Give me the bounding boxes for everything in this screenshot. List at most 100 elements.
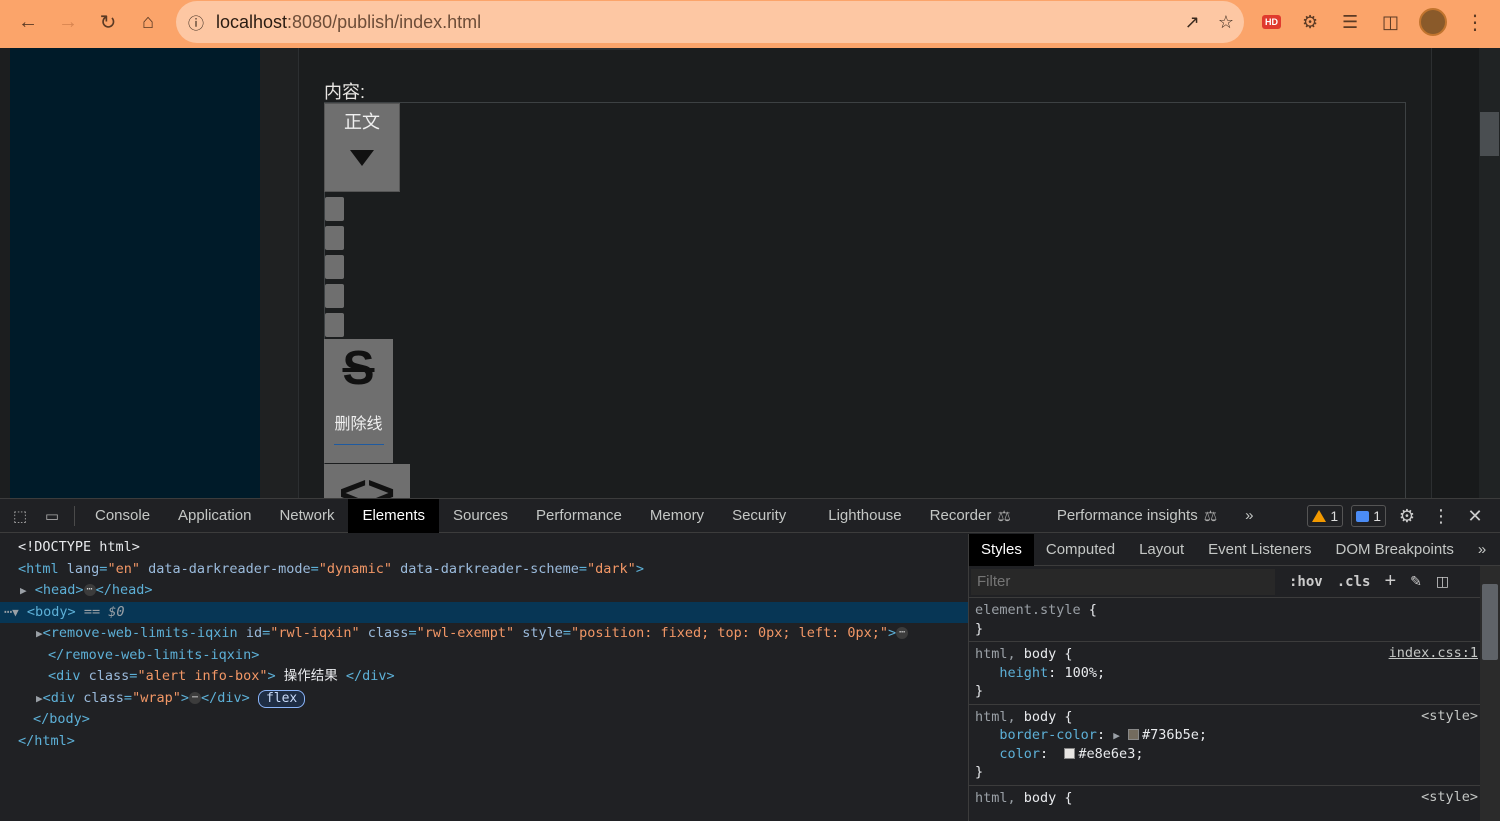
tab-performance-insights[interactable]: Performance insights ⚖ xyxy=(1043,499,1231,533)
reading-list-icon[interactable]: ☰ xyxy=(1342,0,1358,44)
reload-icon[interactable]: ↻ xyxy=(88,2,128,42)
browser-menu-icon[interactable]: ⋮ xyxy=(1465,0,1485,44)
tab-lighthouse[interactable]: Lighthouse xyxy=(814,499,915,533)
toolbar-button[interactable] xyxy=(325,255,344,279)
dom-node-remove-web-limits[interactable]: ▶<remove-web-limits-iqxin id="rwl-iqxin"… xyxy=(0,623,968,645)
page-viewport: 内容: 正文 S 删除线 <> xyxy=(0,48,1500,498)
node-actions-icon[interactable]: ⋯ xyxy=(4,604,12,620)
tab-layout[interactable]: Layout xyxy=(1127,534,1196,566)
style-rule[interactable]: <style> html, body { xyxy=(969,786,1500,811)
inspect-element-icon[interactable]: ⬚ xyxy=(4,499,36,533)
message-icon xyxy=(1356,510,1370,522)
style-rules: element.style { } index.css:1 html, body… xyxy=(969,598,1500,810)
tab-computed[interactable]: Computed xyxy=(1034,534,1127,566)
toolbar-button[interactable] xyxy=(325,284,344,308)
dom-node-head[interactable]: ▶ <head> ⋯ </head> xyxy=(0,580,968,602)
code-icon: <> xyxy=(338,467,396,498)
tab-event-listeners[interactable]: Event Listeners xyxy=(1196,534,1323,566)
rule-source: <style> xyxy=(1421,788,1478,805)
expand-arrow-icon[interactable]: ▶ xyxy=(36,627,43,640)
ellipsis-icon[interactable]: ⋯ xyxy=(188,691,202,704)
tab-elements[interactable]: Elements xyxy=(348,498,439,533)
forward-arrow-icon[interactable]: → xyxy=(48,2,88,42)
tab-dom-breakpoints[interactable]: DOM Breakpoints xyxy=(1324,534,1466,566)
warning-icon xyxy=(1312,510,1327,522)
tab-network[interactable]: Network xyxy=(265,499,348,533)
toggle-sidebar-icon[interactable]: ◫ xyxy=(1436,573,1449,590)
rule-source-link[interactable]: index.css:1 xyxy=(1389,645,1478,661)
customize-menu-icon[interactable]: ⋮ xyxy=(1428,506,1454,527)
tab-memory[interactable]: Memory xyxy=(636,499,718,533)
expand-arrow-icon[interactable]: ▶ xyxy=(36,692,43,705)
tab-recorder[interactable]: Recorder ⚖ xyxy=(916,499,1025,533)
strikethrough-icon: S xyxy=(342,342,375,395)
editor-area[interactable] xyxy=(324,102,1406,498)
styles-scrollbar-thumb[interactable] xyxy=(1482,584,1498,660)
color-swatch[interactable] xyxy=(1127,729,1139,740)
toolbar-button[interactable] xyxy=(325,197,344,221)
ellipsis-icon[interactable]: ⋯ xyxy=(896,627,909,639)
hd-extension-icon[interactable]: HD xyxy=(1262,0,1281,44)
code-button[interactable]: <> xyxy=(324,464,410,498)
close-devtools-icon[interactable]: ✕ xyxy=(1462,506,1488,527)
dropdown-triangle-icon xyxy=(350,150,374,166)
back-arrow-icon[interactable]: ← xyxy=(8,2,48,42)
side-panel-icon[interactable]: ◫ xyxy=(1382,0,1399,44)
collapse-arrow-icon[interactable]: ▼ xyxy=(12,606,19,619)
toolbar-button[interactable] xyxy=(325,226,344,250)
tab-performance[interactable]: Performance xyxy=(522,499,636,533)
address-bar[interactable]: ⓘ localhost:8080/publish/index.html ↗ ☆ xyxy=(176,1,1244,43)
color-swatch[interactable] xyxy=(1064,747,1076,759)
more-tabs-icon[interactable]: » xyxy=(1466,534,1498,566)
home-icon[interactable]: ⌂ xyxy=(128,2,168,42)
tab-application[interactable]: Application xyxy=(164,499,265,533)
style-rule[interactable]: <style> html, body { border-color: ▶ #73… xyxy=(969,705,1500,786)
dom-node-body[interactable]: ⋯▼ <body> == $0 xyxy=(0,601,968,623)
tab-styles[interactable]: Styles xyxy=(969,533,1034,566)
style-rule[interactable]: element.style { } xyxy=(969,598,1500,642)
styles-filter-input[interactable] xyxy=(971,568,1275,595)
toolbar-button[interactable] xyxy=(325,313,344,337)
messages-badge[interactable]: 1 xyxy=(1351,505,1386,527)
settings-gear-icon[interactable]: ⚙ xyxy=(1394,506,1420,527)
styles-sidebar: Styles Computed Layout Event Listeners D… xyxy=(968,533,1500,821)
new-style-rule-icon[interactable]: + xyxy=(1384,570,1396,593)
flex-badge[interactable]: flex xyxy=(257,689,306,708)
page-scrollbar-thumb[interactable] xyxy=(1480,112,1499,156)
site-info-icon[interactable]: ⓘ xyxy=(176,10,216,34)
dom-node-wrap-div[interactable]: ▶<div class="wrap"> ⋯ </div> flex xyxy=(0,688,968,710)
flask-icon: ⚖ xyxy=(997,507,1011,525)
dom-node-doctype[interactable]: <!DOCTYPE html> xyxy=(0,537,968,559)
expand-arrow-icon[interactable]: ▶ xyxy=(20,584,27,597)
expand-arrow-icon[interactable]: ▶ xyxy=(1113,729,1120,742)
styles-tabbar: Styles Computed Layout Event Listeners D… xyxy=(969,533,1500,566)
paint-brush-icon[interactable]: ✎ xyxy=(1410,573,1422,590)
avatar[interactable] xyxy=(1419,0,1447,44)
devtools-tabbar: ⬚ ▭ Console Application Network Elements… xyxy=(0,498,1500,533)
tab-security[interactable]: Security xyxy=(718,499,800,533)
devtools-panel: ⬚ ▭ Console Application Network Elements… xyxy=(0,498,1500,821)
tab-console[interactable]: Console xyxy=(81,499,164,533)
elements-dom-tree: <!DOCTYPE html> <html lang="en" data-dar… xyxy=(0,534,968,821)
warnings-badge[interactable]: 1 xyxy=(1307,505,1344,527)
cls-toggle[interactable]: .cls xyxy=(1337,574,1371,590)
dom-node-body-close[interactable]: </body> xyxy=(0,709,968,731)
dom-node-html-close[interactable]: </html> xyxy=(0,731,968,753)
share-icon[interactable]: ↗ xyxy=(1185,12,1200,33)
url-text: localhost:8080/publish/index.html xyxy=(216,11,482,32)
strikethrough-button[interactable]: S 删除线 xyxy=(324,339,393,463)
tab-sources[interactable]: Sources xyxy=(439,499,522,533)
bookmark-star-icon[interactable]: ☆ xyxy=(1218,12,1234,33)
more-tabs-icon[interactable]: » xyxy=(1231,499,1267,533)
device-toolbar-icon[interactable]: ▭ xyxy=(36,499,68,533)
page-sidebar xyxy=(10,48,260,498)
strikethrough-label: 删除线 xyxy=(334,416,383,433)
dom-node-alert-div[interactable]: <div class="alert info-box"> 操作结果 </div> xyxy=(0,666,968,688)
dom-node-html[interactable]: <html lang="en" data-darkreader-mode="dy… xyxy=(0,559,968,581)
dom-node-remove-web-limits-close[interactable]: </remove-web-limits-iqxin> xyxy=(0,645,968,667)
extensions-puzzle-icon[interactable]: ⚙ xyxy=(1302,0,1318,44)
paragraph-format-dropdown[interactable]: 正文 xyxy=(324,103,400,192)
ellipsis-icon[interactable]: ⋯ xyxy=(83,584,96,596)
style-rule[interactable]: index.css:1 html, body { height: 100%; } xyxy=(969,642,1500,705)
hov-toggle[interactable]: :hov xyxy=(1289,574,1323,590)
